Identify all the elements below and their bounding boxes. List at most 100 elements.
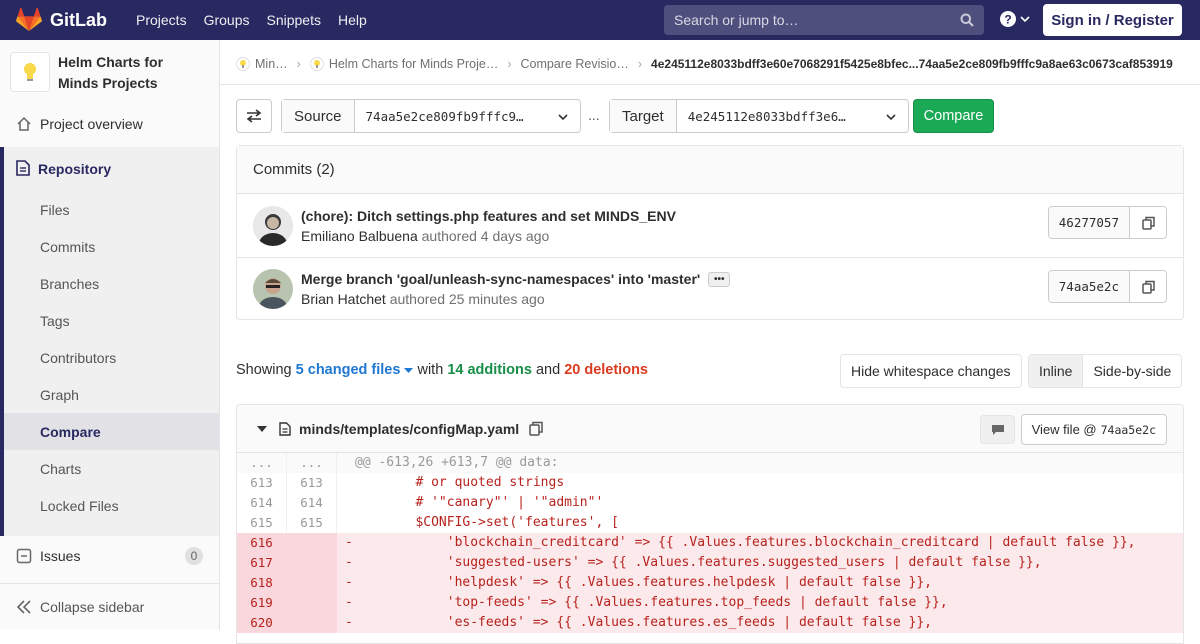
inline-view-button[interactable]: Inline	[1029, 355, 1084, 387]
nav-groups[interactable]: Groups	[198, 12, 261, 28]
commit-title[interactable]: (chore): Ditch settings.php features and…	[301, 208, 676, 224]
author-avatar[interactable]	[253, 269, 293, 309]
help-dropdown[interactable]: ?	[1000, 11, 1030, 27]
diff-line: 618 - 'helpdesk' => {{ .Values.features.h…	[237, 573, 1183, 593]
diff-view-toggle: Inline Side-by-side	[1028, 354, 1183, 388]
sidebar-project-header[interactable]: Helm Charts for Minds Projects	[0, 40, 219, 104]
diff-line: 619 - 'top-feeds' => {{ .Values.features.…	[237, 593, 1183, 613]
file-header: minds/templates/configMap.yaml View file…	[237, 405, 1183, 453]
new-line-number[interactable]	[287, 613, 337, 633]
collapse-sidebar-button[interactable]: Collapse sidebar	[0, 583, 219, 630]
commit-author[interactable]: Brian Hatchet	[301, 291, 386, 307]
copy-file-path-icon[interactable]	[529, 421, 543, 436]
caret-down-icon	[404, 368, 414, 373]
line-code: - 'suggested-users' => {{ .Values.featur…	[345, 555, 1042, 570]
copy-icon	[1141, 280, 1155, 294]
copy-sha-button[interactable]	[1130, 207, 1166, 238]
diff-line: 613 613 # or quoted strings	[237, 473, 1183, 493]
old-line-number[interactable]: 619	[237, 593, 287, 613]
old-line-number[interactable]: 617	[237, 553, 287, 573]
chevron-down-icon	[886, 114, 896, 121]
gitlab-logo-icon	[16, 8, 42, 31]
new-line-number[interactable]: 613	[287, 473, 337, 493]
commit-sha-button[interactable]: 74aa5e2c	[1048, 271, 1130, 302]
new-line-number[interactable]	[287, 593, 337, 613]
nav-snippets[interactable]: Snippets	[261, 12, 332, 28]
nav-help[interactable]: Help	[332, 12, 378, 28]
commit-title[interactable]: Merge branch 'goal/unleash-sync-namespac…	[301, 271, 700, 287]
copy-sha-button[interactable]	[1130, 271, 1166, 302]
sidebar-item-label: Issues	[40, 548, 81, 564]
sidebar-item-charts[interactable]: Charts	[4, 450, 219, 487]
new-line-number[interactable]	[287, 573, 337, 593]
breadcrumb-project[interactable]: Helm Charts for Minds Proje…	[329, 57, 499, 71]
sidebar-item-files[interactable]: Files	[4, 191, 219, 228]
breadcrumb-current[interactable]: 4e245112e8033bdff3e60e7068291f5425e8bfec…	[651, 57, 1173, 71]
file-diff: minds/templates/configMap.yaml View file…	[236, 404, 1184, 644]
issues-icon	[16, 548, 32, 564]
line-code: - 'blockchain_creditcard' => {{ .Values.…	[345, 535, 1136, 550]
hide-whitespace-button[interactable]: Hide whitespace changes	[840, 354, 1022, 388]
source-label: Source	[282, 100, 355, 132]
author-avatar[interactable]	[253, 205, 293, 246]
side-by-side-view-button[interactable]: Side-by-side	[1083, 355, 1181, 387]
commit-sha-group: 46277057	[1047, 206, 1167, 239]
deletions-count: 20 deletions	[564, 362, 648, 378]
search-placeholder: Search or jump to…	[674, 12, 799, 28]
line-code: # '"canary"' | '"admin"'	[345, 495, 604, 510]
breadcrumb: Min… › Helm Charts for Minds Proje… › Co…	[236, 50, 1184, 78]
new-line-number[interactable]: ...	[287, 453, 337, 473]
diff-line: 614 614 # '"canary"' | '"admin"'	[237, 493, 1183, 513]
sidebar-item-tags[interactable]: Tags	[4, 302, 219, 339]
new-line-number[interactable]: 615	[287, 513, 337, 533]
old-line-number[interactable]: ...	[237, 453, 287, 473]
view-file-button[interactable]: View file @74aa5e2c	[1020, 414, 1167, 445]
commit-row: Merge branch 'goal/unleash-sync-namespac…	[237, 257, 1183, 320]
expand-description-button[interactable]: •••	[708, 271, 731, 287]
project-avatar-icon	[309, 57, 324, 71]
svg-text:?: ?	[1004, 13, 1011, 27]
gitlab-home-link[interactable]: GitLab	[16, 0, 107, 40]
old-line-number[interactable]: 618	[237, 573, 287, 593]
new-line-number[interactable]: 614	[287, 493, 337, 513]
sidebar-item-label: Project overview	[40, 116, 143, 132]
file-path[interactable]: minds/templates/configMap.yaml	[299, 421, 519, 437]
search-input[interactable]: Search or jump to…	[664, 5, 984, 35]
old-line-number[interactable]: 614	[237, 493, 287, 513]
toggle-comments-button[interactable]	[980, 415, 1015, 444]
target-revision-dropdown[interactable]: 4e245112e8033bdff3e6…	[677, 100, 908, 132]
compare-button[interactable]: Compare	[913, 99, 994, 133]
commit-time: authored 4 days ago	[421, 227, 550, 244]
changed-files-dropdown[interactable]: 5 changed files	[296, 362, 414, 378]
commit-sha-group: 74aa5e2c	[1047, 270, 1167, 303]
old-line-number[interactable]: 616	[237, 533, 287, 553]
sidebar-item-issues[interactable]: Issues 0	[0, 536, 219, 576]
new-line-number[interactable]	[287, 533, 337, 553]
breadcrumb-group[interactable]: Min…	[255, 57, 288, 71]
new-line-number[interactable]	[287, 553, 337, 573]
sidebar-item-commits[interactable]: Commits	[4, 228, 219, 265]
commit-author[interactable]: Emiliano Balbuena	[301, 228, 418, 244]
line-code: @@ -613,26 +613,7 @@ data:	[355, 455, 559, 470]
diff-line: ...... @@ -613,26 +613,7 @@ data:	[237, 453, 1183, 473]
sidebar-item-locked-files[interactable]: Locked Files	[4, 487, 219, 524]
sidebar-item-label: Repository	[38, 161, 112, 177]
commit-sha-button[interactable]: 46277057	[1048, 207, 1130, 238]
source-revision-dropdown[interactable]: 74aa5e2ce809fb9fffc9…	[355, 100, 580, 132]
view-file-sha: 74aa5e2c	[1100, 422, 1156, 437]
old-line-number[interactable]: 615	[237, 513, 287, 533]
sign-in-button[interactable]: Sign in / Register	[1043, 4, 1182, 36]
sidebar-item-project-overview[interactable]: Project overview	[0, 104, 219, 144]
old-line-number[interactable]: 613	[237, 473, 287, 493]
sidebar-item-repository[interactable]: Repository	[4, 147, 219, 191]
nav-projects[interactable]: Projects	[130, 12, 198, 28]
collapse-file-chevron-icon[interactable]	[257, 425, 267, 433]
sidebar-item-graph[interactable]: Graph	[4, 376, 219, 413]
sidebar-item-contributors[interactable]: Contributors	[4, 339, 219, 376]
swap-revisions-button[interactable]	[236, 99, 272, 133]
sidebar-item-branches[interactable]: Branches	[4, 265, 219, 302]
avatar-image	[253, 269, 293, 309]
sidebar-item-compare[interactable]: Compare	[4, 413, 219, 450]
old-line-number[interactable]: 620	[237, 613, 287, 633]
breadcrumb-section[interactable]: Compare Revisio…	[521, 57, 629, 71]
